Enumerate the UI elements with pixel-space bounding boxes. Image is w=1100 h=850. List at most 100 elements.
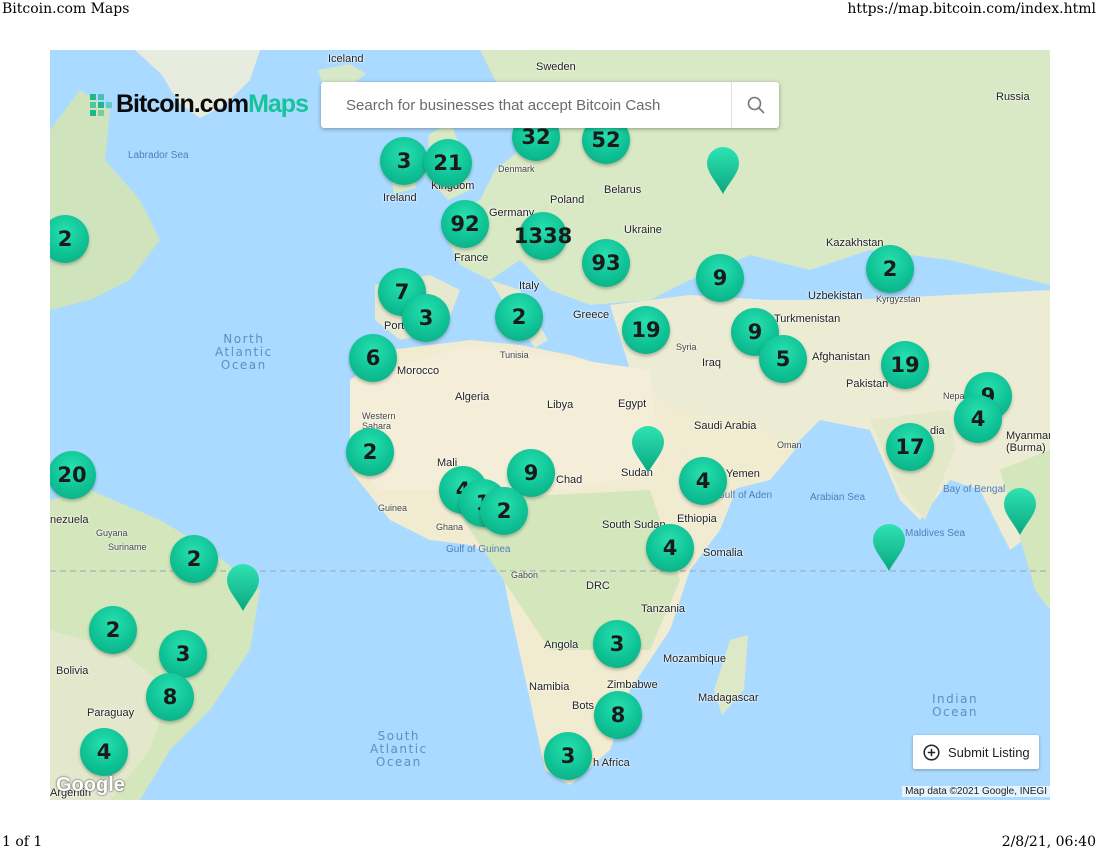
country-label: Algeria <box>455 391 490 403</box>
cluster-marker[interactable]: 93 <box>582 239 630 287</box>
country-label: Iraq <box>702 357 721 369</box>
country-label: Egypt <box>618 398 647 410</box>
sea-label: Maldives Sea <box>905 528 966 539</box>
country-label: Kyrgyzstan <box>876 294 921 304</box>
country-label: Italy <box>519 280 540 292</box>
submit-listing-button[interactable]: Submit Listing <box>913 735 1039 769</box>
country-label: Madagascar <box>698 692 759 704</box>
cluster-marker[interactable]: 6 <box>349 334 397 382</box>
cluster-marker[interactable]: 4 <box>80 728 128 776</box>
logo-mark-icon <box>90 93 112 116</box>
sea-label: Labrador Sea <box>128 150 189 161</box>
sea-label: Gulf of Guinea <box>446 544 511 555</box>
cluster-marker[interactable]: 4 <box>646 524 694 572</box>
cluster-marker[interactable]: 5 <box>759 335 807 383</box>
cluster-marker[interactable]: 2 <box>480 487 528 535</box>
country-label: Bolivia <box>56 665 89 677</box>
cluster-marker[interactable]: 2 <box>495 293 543 341</box>
country-label: Iceland <box>328 53 364 65</box>
map-pin-icon[interactable] <box>226 564 260 612</box>
country-label: Turkmenistan <box>774 313 841 325</box>
country-label: Sweden <box>536 61 576 73</box>
country-label: Guyana <box>96 528 128 538</box>
cluster-marker[interactable]: 19 <box>622 306 670 354</box>
cluster-marker[interactable]: 21 <box>424 139 472 187</box>
cluster-marker[interactable]: 19 <box>881 341 929 389</box>
search-icon <box>747 96 764 114</box>
cluster-marker[interactable]: 9 <box>696 254 744 302</box>
country-label: Ireland <box>383 192 417 204</box>
print-datetime: 2/8/21, 06:40 <box>1001 834 1096 850</box>
country-label: Greece <box>573 309 610 321</box>
country-label: Somalia <box>703 547 743 559</box>
search-bar <box>321 82 779 128</box>
country-label: Ghana <box>436 522 464 532</box>
map-pin-icon[interactable] <box>872 524 906 572</box>
country-label: Bots <box>572 700 595 712</box>
country-label: Denmark <box>498 164 535 174</box>
world-map[interactable]: North Atlantic Ocean South Atlantic Ocean… <box>50 50 1050 800</box>
ocean-label: South Atlantic Ocean <box>370 729 428 769</box>
print-page-url: https://map.bitcoin.com/index.html <box>847 1 1096 17</box>
logo-text-bitcoin: Bitcoin.com <box>116 90 249 118</box>
cluster-marker[interactable]: 3 <box>380 137 428 185</box>
country-label: Russia <box>996 91 1030 103</box>
cluster-marker[interactable]: 2 <box>346 428 394 476</box>
map-attribution: Map data ©2021 Google, INEGI <box>902 786 1050 797</box>
cluster-marker[interactable]: 3 <box>593 620 641 668</box>
cluster-marker[interactable]: 4 <box>679 457 727 505</box>
country-label: Afghanistan <box>812 351 871 363</box>
print-page-title: Bitcoin.com Maps <box>2 1 130 17</box>
country-label: dia <box>930 425 945 437</box>
country-label: nezuela <box>50 514 89 526</box>
country-label: h Africa <box>593 757 630 769</box>
google-logo[interactable]: Google <box>56 774 125 797</box>
map-pin-icon[interactable] <box>631 426 665 474</box>
cluster-marker[interactable]: 2 <box>866 245 914 293</box>
country-label: Mozambique <box>663 653 726 665</box>
cluster-marker[interactable]: 8 <box>594 691 642 739</box>
country-label: Guinea <box>378 503 408 513</box>
country-label: Tunisia <box>500 350 529 360</box>
country-label: Syria <box>676 342 697 352</box>
country-label: DRC <box>586 580 610 592</box>
sea-label: Gulf of Aden <box>717 490 773 501</box>
search-button[interactable] <box>732 82 779 128</box>
cluster-marker[interactable]: 17 <box>886 423 934 471</box>
country-label: Gabon <box>511 570 539 580</box>
bitcoin-com-maps-logo[interactable]: Bitcoin.com Maps <box>90 90 309 119</box>
sea-label: Bay of Bengal <box>943 484 1006 495</box>
submit-listing-label: Submit Listing <box>948 744 1030 760</box>
cluster-marker[interactable]: 2 <box>89 606 137 654</box>
plus-circle-icon <box>923 743 940 761</box>
map-pin-icon[interactable] <box>706 147 740 195</box>
cluster-marker[interactable]: 4 <box>954 395 1002 443</box>
country-label: Angola <box>544 639 579 651</box>
country-label: Ethiopia <box>677 513 717 525</box>
country-label: Morocco <box>397 365 440 377</box>
cluster-marker[interactable]: 2 <box>170 535 218 583</box>
cluster-marker[interactable]: 3 <box>402 294 450 342</box>
cluster-marker[interactable]: 3 <box>159 630 207 678</box>
cluster-marker[interactable]: 3 <box>544 732 592 780</box>
country-label: Pakistan <box>846 378 889 390</box>
country-label: Poland <box>550 194 585 206</box>
ocean-label: North Atlantic Ocean <box>215 332 273 372</box>
country-label: France <box>454 252 489 264</box>
logo-text-maps: Maps <box>248 90 309 118</box>
country-label: Chad <box>556 474 583 486</box>
cluster-marker[interactable]: 92 <box>441 200 489 248</box>
map-pin-icon[interactable] <box>1003 488 1037 536</box>
country-label: Ukraine <box>624 224 662 236</box>
cluster-marker[interactable]: 8 <box>146 673 194 721</box>
cluster-marker[interactable]: 1338 <box>514 212 572 260</box>
country-label: Libya <box>547 399 574 411</box>
print-page-number: 1 of 1 <box>2 834 43 850</box>
cluster-marker[interactable]: 20 <box>50 451 96 499</box>
search-input[interactable] <box>321 82 731 128</box>
country-label: Zimbabwe <box>607 679 658 691</box>
country-label: Port <box>384 320 405 332</box>
country-label: Oman <box>777 440 802 450</box>
country-label: Paraguay <box>87 707 135 719</box>
country-label: Belarus <box>604 184 642 196</box>
